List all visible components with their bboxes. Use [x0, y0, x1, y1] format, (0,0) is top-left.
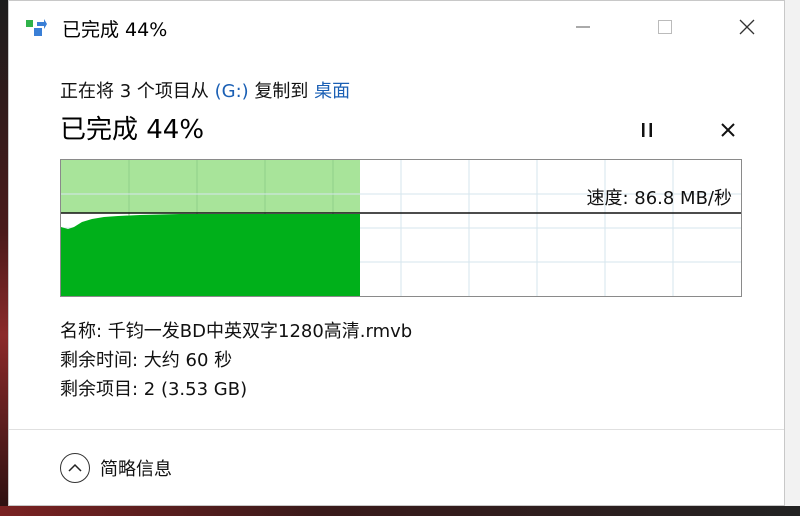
minimize-button[interactable] — [554, 1, 612, 53]
speed-graph-canvas — [60, 159, 742, 297]
fewer-details-toggle[interactable]: 简略信息 — [60, 453, 172, 483]
destination-link[interactable]: 桌面 — [314, 81, 350, 102]
time-remaining: 剩余时间: 大约 60 秒 — [60, 350, 233, 371]
chevron-up-icon — [68, 463, 82, 472]
progress-heading: 已完成 44% — [60, 115, 205, 145]
window-title: 已完成 44% — [62, 19, 168, 41]
items-remaining: 剩余项目: 2 (3.53 GB) — [60, 379, 248, 400]
file-name: 名称: 千钧一发BD中英双字1280高清.rmvb — [60, 321, 413, 342]
toggle-label: 简略信息 — [100, 459, 172, 480]
pause-button[interactable] — [632, 115, 662, 145]
file-copy-dialog: 已完成 44% 正在将 3 个项目从 (G:) 复制到 桌面 已完成 44% 速… — [8, 0, 785, 506]
cancel-button[interactable] — [713, 115, 743, 145]
maximize-icon — [658, 20, 672, 34]
progress-fill-light — [61, 160, 360, 213]
copy-progress-icon — [26, 19, 47, 36]
desktop-background-right — [785, 0, 800, 516]
close-button[interactable] — [718, 1, 776, 53]
cancel-icon — [721, 123, 735, 137]
collapse-circle — [60, 453, 90, 483]
minimize-icon — [576, 26, 590, 28]
source-link[interactable]: (G:) — [215, 81, 249, 102]
speed-graph: 速度: 86.8 MB/秒 — [60, 159, 742, 297]
speed-area — [61, 214, 360, 296]
copy-description: 正在将 3 个项目从 (G:) 复制到 桌面 — [60, 77, 350, 103]
title-bar[interactable]: 已完成 44% — [9, 1, 784, 53]
footer-divider — [9, 429, 784, 430]
maximize-button[interactable] — [636, 1, 694, 53]
desktop-background-bottom — [0, 506, 800, 516]
pause-icon — [642, 123, 652, 137]
copy-prefix: 正在将 3 个项目从 — [60, 81, 209, 102]
close-icon — [739, 19, 755, 35]
details-section: 名称: 千钧一发BD中英双字1280高清.rmvb 剩余时间: 大约 60 秒 … — [60, 317, 412, 404]
speed-label: 速度: 86.8 MB/秒 — [586, 188, 732, 209]
desktop-background-left — [0, 0, 8, 516]
copy-mid: 复制到 — [254, 81, 309, 102]
